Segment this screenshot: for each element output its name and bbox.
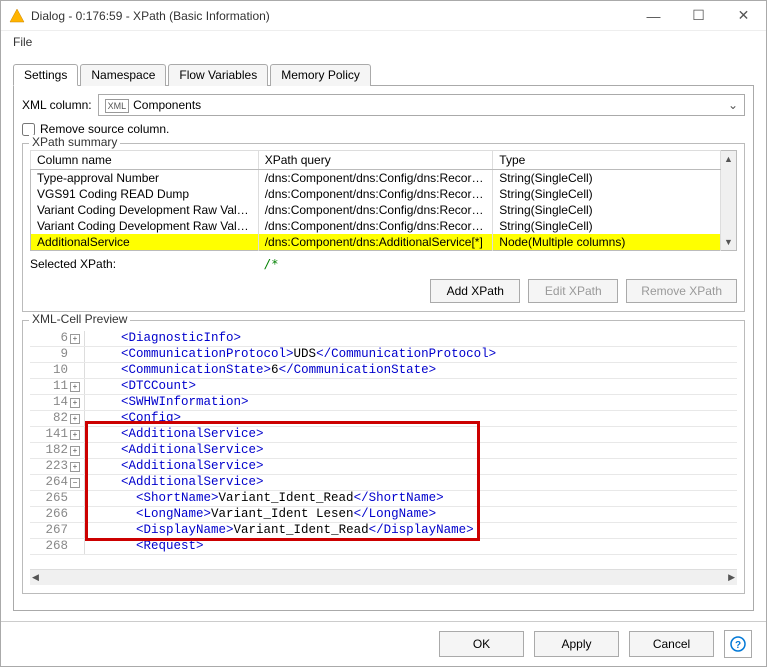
xml-line[interactable]: 182+ <AdditionalService> [30, 443, 737, 459]
tabs: Settings Namespace Flow Variables Memory… [13, 63, 754, 86]
expand-icon[interactable]: + [70, 382, 80, 392]
close-button[interactable]: ✕ [721, 1, 766, 30]
minimize-button[interactable]: — [631, 1, 676, 30]
xml-preview-fieldset: XML-Cell Preview 6+ <DiagnosticInfo>9 <C… [22, 320, 745, 594]
xml-column-label: XML column: [22, 98, 92, 112]
expand-icon[interactable]: + [70, 334, 80, 344]
tab-memory-policy[interactable]: Memory Policy [270, 64, 371, 86]
expand-icon[interactable]: + [70, 414, 80, 424]
xml-preview-legend: XML-Cell Preview [29, 312, 130, 326]
xml-line[interactable]: 223+ <AdditionalService> [30, 459, 737, 475]
table-row[interactable]: Variant Coding Development Raw Value Rea… [31, 218, 721, 234]
scroll-up-icon[interactable]: ▲ [721, 151, 736, 167]
svg-text:?: ? [735, 640, 741, 651]
xpath-summary-table[interactable]: Column name XPath query Type Type-approv… [30, 150, 721, 251]
add-xpath-button[interactable]: Add XPath [430, 279, 520, 303]
xml-line[interactable]: 265 <ShortName>Variant_Ident_Read</Short… [30, 491, 737, 507]
tab-settings[interactable]: Settings [13, 64, 78, 86]
expand-icon[interactable]: + [70, 398, 80, 408]
table-row[interactable]: Variant Coding Development Raw Value Res… [31, 202, 721, 218]
collapse-icon[interactable]: − [70, 478, 80, 488]
dialog-footer: OK Apply Cancel ? [1, 621, 766, 666]
col-header-name[interactable]: Column name [31, 151, 259, 170]
scroll-left-icon[interactable]: ◀ [32, 572, 39, 583]
xml-line[interactable]: 266 <LongName>Variant_Ident Lesen</LongN… [30, 507, 737, 523]
xml-preview-pane[interactable]: 6+ <DiagnosticInfo>9 <CommunicationProto… [30, 331, 737, 569]
xml-line[interactable]: 141+ <AdditionalService> [30, 427, 737, 443]
xml-line[interactable]: 10 <CommunicationState>6</CommunicationS… [30, 363, 737, 379]
xml-line[interactable]: 264− <AdditionalService> [30, 475, 737, 491]
maximize-button[interactable]: ☐ [676, 1, 721, 30]
xml-line[interactable]: 11+ <DTCCount> [30, 379, 737, 395]
xml-line[interactable]: 268 <Request> [30, 539, 737, 555]
selected-xpath-label: Selected XPath: [30, 257, 116, 271]
app-icon [9, 8, 25, 24]
ok-button[interactable]: OK [439, 631, 524, 657]
expand-icon[interactable]: + [70, 446, 80, 456]
window-title: Dialog - 0:176:59 - XPath (Basic Informa… [31, 9, 631, 23]
edit-xpath-button[interactable]: Edit XPath [528, 279, 618, 303]
xml-column-value: Components [133, 98, 201, 112]
tab-flow-variables[interactable]: Flow Variables [168, 64, 268, 86]
dialog-window: Dialog - 0:176:59 - XPath (Basic Informa… [0, 0, 767, 667]
chevron-down-icon: ⌄ [728, 98, 738, 112]
xml-line[interactable]: 267 <DisplayName>Variant_Ident_Read</Dis… [30, 523, 737, 539]
remove-xpath-button[interactable]: Remove XPath [626, 279, 737, 303]
expand-icon[interactable]: + [70, 462, 80, 472]
tab-namespace[interactable]: Namespace [80, 64, 166, 86]
titlebar: Dialog - 0:176:59 - XPath (Basic Informa… [1, 1, 766, 31]
xml-type-icon: XML [105, 99, 130, 113]
table-row[interactable]: VGS91 Coding READ Dump/dns:Component/dns… [31, 186, 721, 202]
scroll-down-icon[interactable]: ▼ [721, 234, 736, 250]
menu-file[interactable]: File [9, 35, 36, 49]
remove-source-checkbox[interactable] [22, 123, 35, 136]
help-button[interactable]: ? [724, 630, 752, 658]
xpath-summary-legend: XPath summary [29, 135, 120, 149]
scroll-right-icon[interactable]: ▶ [728, 572, 735, 583]
table-vscrollbar[interactable]: ▲ ▼ [721, 150, 737, 251]
apply-button[interactable]: Apply [534, 631, 619, 657]
col-header-query[interactable]: XPath query [258, 151, 493, 170]
xml-line[interactable]: 82+ <Config> [30, 411, 737, 427]
table-row[interactable]: Type-approval Number/dns:Component/dns:C… [31, 170, 721, 187]
xml-line[interactable]: 9 <CommunicationProtocol>UDS</Communicat… [30, 347, 737, 363]
selected-xpath-value: /* [264, 257, 278, 271]
xml-line[interactable]: 6+ <DiagnosticInfo> [30, 331, 737, 347]
remove-source-label: Remove source column. [40, 122, 169, 136]
xml-line[interactable]: 14+ <SWHWInformation> [30, 395, 737, 411]
col-header-type[interactable]: Type [493, 151, 721, 170]
xpath-summary-fieldset: XPath summary Column name XPath query Ty… [22, 143, 745, 312]
cancel-button[interactable]: Cancel [629, 631, 714, 657]
tab-panel-settings: XML column: XMLComponents ⌄ Remove sourc… [13, 86, 754, 611]
expand-icon[interactable]: + [70, 430, 80, 440]
table-row[interactable]: AdditionalService/dns:Component/dns:Addi… [31, 234, 721, 251]
xml-column-select[interactable]: XMLComponents ⌄ [98, 94, 745, 116]
preview-hscrollbar[interactable]: ◀ ▶ [30, 569, 737, 585]
menubar: File [1, 31, 766, 53]
